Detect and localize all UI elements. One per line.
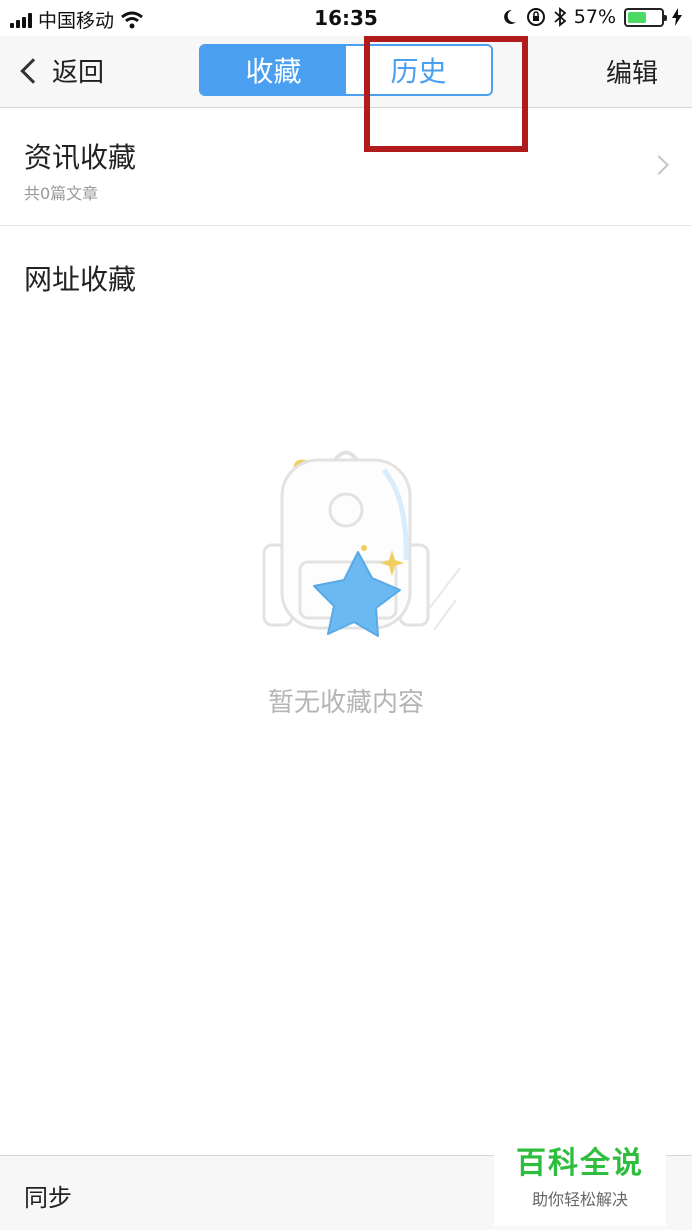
rotation-lock-icon (526, 8, 545, 26)
tab-favorites[interactable]: 收藏 (201, 46, 346, 94)
chevron-right-icon (649, 155, 669, 175)
battery-fill (628, 11, 647, 23)
status-right: 57% (502, 6, 682, 28)
empty-backpack-illustration (262, 450, 461, 637)
nav-bar: 返回 收藏 历史 编辑 (0, 36, 692, 108)
battery-percent: 57% (573, 6, 616, 28)
sync-button[interactable]: 同步 (24, 1178, 72, 1213)
watermark-sub-text: 助你轻松解决 (531, 1190, 628, 1209)
back-label: 返回 (52, 58, 105, 88)
chevron-left-icon (20, 57, 46, 84)
battery-icon (624, 7, 667, 27)
list-item-news-favorites[interactable]: 资讯收藏 共0篇文章 (0, 108, 692, 226)
list-item-title: 资讯收藏 (24, 141, 137, 174)
bluetooth-icon (554, 7, 566, 27)
moon-icon (503, 9, 516, 24)
section-title-url-favorites: 网址收藏 (24, 263, 137, 296)
back-button[interactable]: 返回 (18, 52, 104, 89)
empty-state-text: 暂无收藏内容 (267, 688, 424, 718)
status-bar: 中国移动 16:35 57% (0, 0, 692, 36)
charging-icon (672, 8, 682, 26)
watermark-main-text: 百科全说 (516, 1146, 644, 1181)
edit-button[interactable]: 编辑 (606, 53, 658, 90)
watermark-logo: 百科全说 助你轻松解决 (494, 1134, 666, 1226)
list-item-subtitle: 共0篇文章 (24, 184, 99, 203)
bottom-bar: 同步 百科全说 助你轻松解决 (0, 1134, 692, 1230)
